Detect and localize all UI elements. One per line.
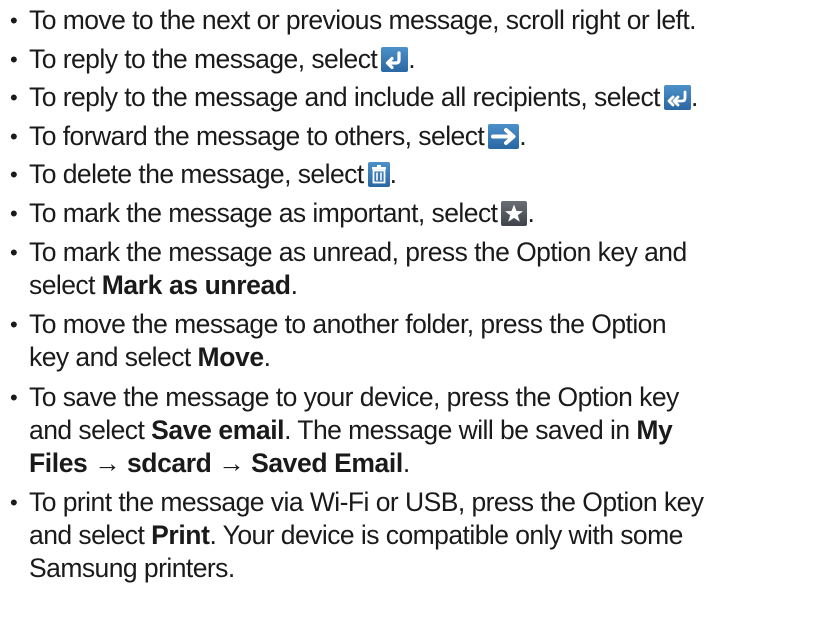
item-punct: . (402, 447, 410, 478)
menu-option-label: Move (197, 342, 265, 373)
path-segment: Saved Email (251, 447, 403, 478)
bullet: • (10, 8, 18, 33)
star-icon (501, 200, 528, 226)
item-text: To save the message to your device, pres… (29, 381, 679, 412)
item-text: To reply to the message, select (29, 43, 378, 74)
item-text: key and select (29, 342, 198, 373)
path-segment: My (636, 414, 673, 445)
list-item-reply-all: • To reply to the message and include al… (10, 81, 822, 114)
bullet: • (10, 490, 18, 516)
list-item-print: • To print the message via Wi-Fi or USB,… (10, 486, 822, 585)
item-text: Samsung printers. (29, 553, 235, 584)
item-punct: . (389, 159, 397, 190)
list-item-delete: • To delete the message, select. (10, 158, 822, 191)
menu-option-label: Print (151, 520, 210, 551)
item-punct: . (519, 120, 527, 151)
reply-icon (381, 46, 409, 72)
list-item-important: • To mark the message as important, sele… (10, 197, 822, 230)
path-arrow: → (87, 447, 127, 478)
item-text: . Your device is compatible only with so… (209, 520, 684, 551)
delete-icon (367, 162, 390, 188)
bullet: • (10, 384, 18, 410)
item-text: To forward the message to others, select (29, 120, 485, 151)
item-punct: . (527, 197, 535, 228)
item-text: and select (29, 414, 152, 445)
item-punct: . (690, 82, 698, 113)
menu-option-label: Save email (151, 414, 285, 445)
item-text: select (29, 269, 102, 300)
item-text: To move the message to another folder, p… (29, 309, 667, 340)
item-text: To move to the next or previous message,… (29, 5, 697, 35)
item-text: . The message will be saved in (284, 414, 637, 445)
path-arrow: → (211, 447, 252, 478)
path-segment: Files (29, 447, 88, 478)
list-item-reply: • To reply to the message, select. (10, 43, 822, 76)
item-text: To delete the message, select (29, 159, 364, 190)
item-text: and select (29, 520, 152, 551)
bullet: • (10, 123, 18, 149)
path-segment: sdcard (126, 447, 212, 478)
reply-all-icon (663, 85, 691, 111)
item-text: To mark the message as unread, press the… (29, 236, 687, 267)
list-item-save: • To save the message to your device, pr… (10, 381, 822, 480)
list-item-move: • To move the message to another folder,… (10, 308, 822, 374)
bullet: • (10, 312, 18, 338)
list-item-mark-unread: • To mark the message as unread, press t… (10, 236, 822, 302)
bullet: • (10, 239, 18, 265)
instruction-list: • To move to the next or previous messag… (10, 4, 822, 592)
menu-option-label: Mark as unread (101, 269, 291, 300)
item-punct: . (408, 43, 416, 74)
item-text: To reply to the message and include all … (29, 82, 661, 113)
list-item-navigate: • To move to the next or previous messag… (10, 4, 822, 37)
item-text: To mark the message as important, select (29, 197, 498, 228)
forward-icon (488, 123, 520, 149)
item-punct: . (263, 342, 271, 373)
item-punct: . (290, 269, 298, 300)
bullet: • (10, 200, 18, 226)
list-item-forward: • To forward the message to others, sele… (10, 120, 822, 153)
bullet: • (10, 162, 18, 188)
bullet: • (10, 85, 18, 111)
item-text: To print the message via Wi-Fi or USB, p… (29, 487, 704, 518)
bullet: • (10, 46, 18, 72)
